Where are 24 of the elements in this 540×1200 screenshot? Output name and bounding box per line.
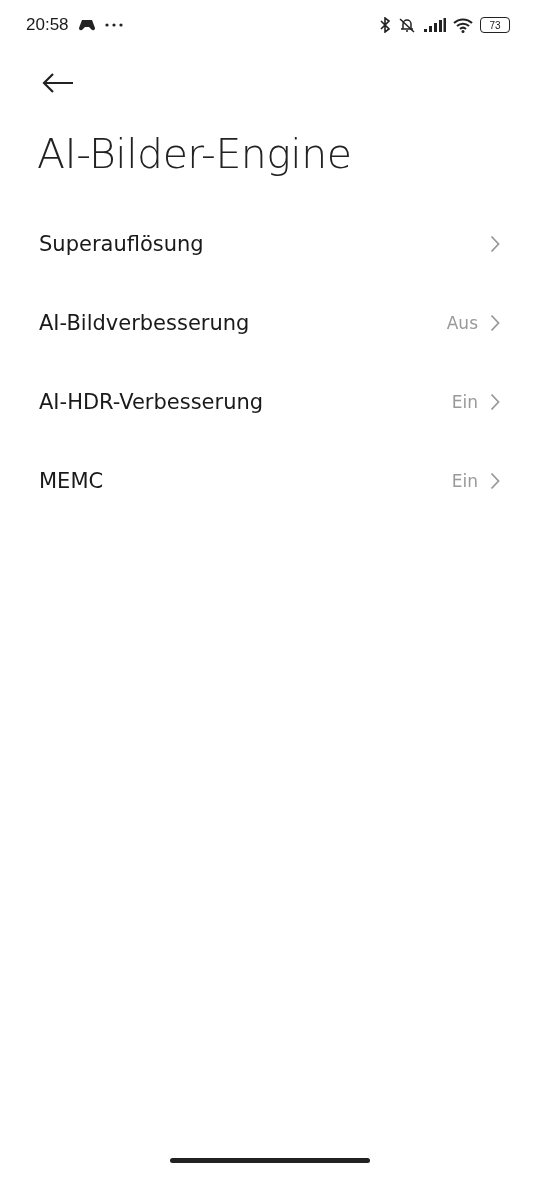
status-time: 20:58 (26, 15, 69, 35)
chevron-icon (490, 234, 500, 253)
chevron-icon (490, 313, 500, 332)
signal-icon (424, 18, 446, 32)
chevron-icon (490, 392, 500, 411)
settings-item[interactable]: AI-HDR-Verbesserung Ein (0, 362, 540, 441)
muted-bell-icon (397, 17, 417, 33)
settings-item[interactable]: AI-Bildverbesserung Aus (0, 283, 540, 362)
item-label: AI-HDR-Verbesserung (39, 389, 264, 414)
item-value: Ein (451, 391, 478, 412)
page-title: AI-Bilder-Engine (37, 130, 353, 178)
settings-item[interactable]: MEMC Ein (0, 441, 540, 520)
gamepad-icon (78, 19, 95, 31)
chevron-icon (490, 471, 500, 490)
bluetooth-icon (380, 17, 390, 33)
item-value: Ein (451, 470, 478, 491)
settings-item[interactable]: Superauflösung (0, 204, 540, 283)
wifi-icon (453, 17, 473, 33)
more-icon (104, 23, 123, 27)
item-label: Superauflösung (39, 231, 204, 256)
item-label: MEMC (39, 468, 104, 493)
battery-level: 73 (489, 19, 501, 31)
item-label: AI-Bildverbesserung (39, 310, 250, 335)
item-value: Aus (446, 312, 478, 333)
